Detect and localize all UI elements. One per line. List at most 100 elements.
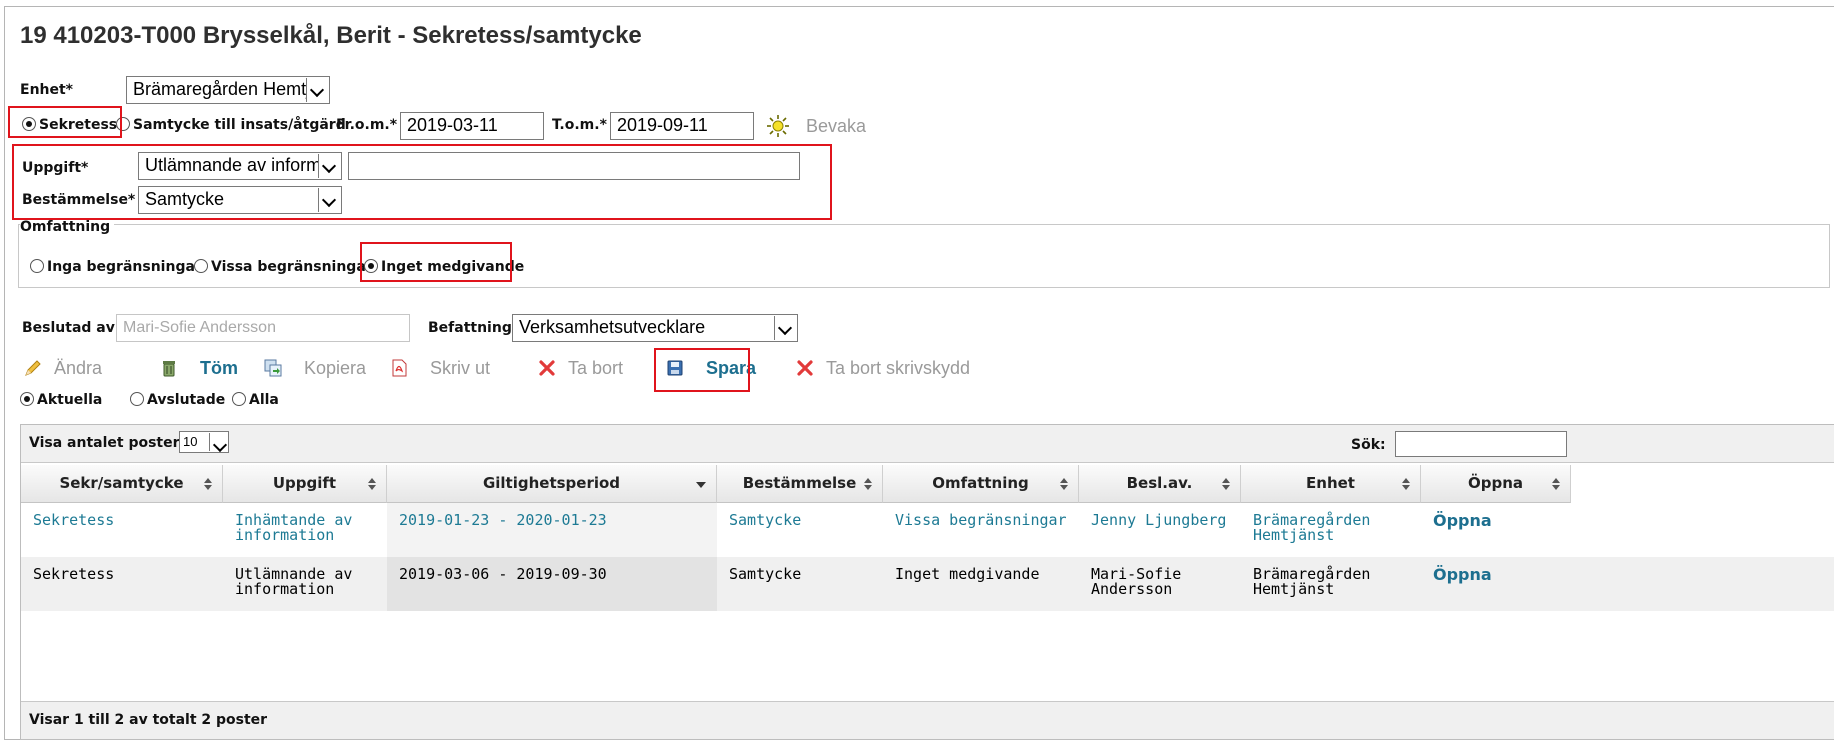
table-toolbar: Visa antalet poster 10 Sök: — [21, 425, 1834, 463]
radio-vissa-label: Vissa begränsningar — [211, 259, 373, 275]
cell-oppna[interactable]: Öppna — [1421, 503, 1571, 557]
radio-avslutade[interactable]: Avslutade — [130, 392, 225, 408]
radio-inga-begransningar[interactable]: Inga begränsningar — [30, 259, 202, 275]
pdf-icon — [392, 359, 407, 377]
cell-omfattning[interactable]: Vissa begränsningar — [883, 503, 1079, 557]
radio-samtycke-label: Samtycke till insats/åtgärd — [133, 117, 346, 133]
ta-bort-label: Ta bort — [568, 358, 624, 378]
copy-icon — [264, 359, 282, 377]
andra-button[interactable]: Ändra — [24, 358, 102, 379]
cell-typ: Sekretess — [33, 565, 115, 583]
col-header-omfattning[interactable]: Omfattning — [883, 465, 1079, 503]
cell-oppna[interactable]: Öppna — [1421, 557, 1571, 611]
col-header-beslav[interactable]: Besl.av. — [1079, 465, 1241, 503]
radio-vissa-begransningar[interactable]: Vissa begränsningar — [194, 259, 373, 275]
cell-period[interactable]: 2019-01-23 - 2020-01-23 — [387, 503, 717, 557]
highlight-sekretess — [8, 106, 122, 138]
omfattning-fieldset — [18, 224, 1830, 288]
tom-label: Töm — [200, 358, 238, 378]
kopiera-label: Kopiera — [304, 358, 367, 378]
oppna-link[interactable]: Öppna — [1433, 565, 1492, 584]
table-row[interactable]: Sekretess Inhämtande av information 2019-… — [21, 503, 1834, 557]
radio-inga-circle — [30, 259, 44, 273]
bevaka-sun-icon[interactable] — [766, 114, 790, 138]
ta-bort-skrivskydd-label: Ta bort skrivskydd — [826, 358, 971, 378]
col-header-oppna[interactable]: Öppna — [1421, 465, 1571, 503]
search-input[interactable] — [1395, 431, 1567, 457]
cell-uppgift[interactable]: Inhämtande av information — [223, 503, 387, 557]
ta-bort-skrivskydd-button[interactable]: Ta bort skrivskydd — [796, 358, 970, 379]
tom-label: T.o.m.* — [552, 117, 607, 133]
cell-uppgift: Utlämnande av information — [235, 565, 353, 598]
pagination-info: Visar 1 till 2 av totalt 2 poster — [29, 712, 268, 728]
page-size-select[interactable]: 10 — [179, 431, 229, 453]
befattning-select[interactable]: Verksamhetsutvecklare — [512, 314, 798, 342]
radio-aktuella-circle — [20, 392, 34, 406]
cell-omfattning: Inget medgivande — [895, 565, 1040, 583]
radio-avslutade-circle — [130, 392, 144, 406]
skriv-ut-button[interactable]: Skriv ut — [390, 358, 490, 379]
enhet-label: Enhet* — [20, 82, 74, 98]
pencil-icon — [25, 360, 41, 376]
cell-beslav: Mari-Sofie Andersson — [1091, 565, 1182, 598]
befattning-label: Befattning — [428, 320, 512, 336]
cell-beslav[interactable]: Jenny Ljungberg — [1079, 503, 1241, 557]
kopiera-button[interactable]: Kopiera — [264, 358, 366, 379]
oppna-link[interactable]: Öppna — [1433, 511, 1492, 530]
col-header-sekr[interactable]: Sekr/samtycke — [21, 465, 223, 503]
chevron-down-icon — [774, 316, 796, 340]
skriv-ut-label: Skriv ut — [430, 358, 491, 378]
radio-vissa-circle — [194, 259, 208, 273]
sort-icon — [368, 478, 376, 490]
radio-alla-circle — [232, 392, 246, 406]
sort-icon — [204, 478, 212, 490]
sort-icon — [1402, 478, 1410, 490]
chevron-down-icon — [209, 433, 227, 451]
search-label: Sök: — [1351, 437, 1386, 453]
ta-bort-button[interactable]: Ta bort — [538, 358, 623, 379]
radio-aktuella[interactable]: Aktuella — [20, 392, 102, 408]
page-title: 19 410203-T000 Brysselkål, Berit - Sekre… — [20, 22, 642, 49]
radio-aktuella-label: Aktuella — [37, 392, 103, 408]
sort-icon — [864, 478, 872, 490]
col-header-enhet[interactable]: Enhet — [1241, 465, 1421, 503]
sort-icon — [1060, 478, 1068, 490]
delete-x-icon — [797, 360, 813, 376]
highlight-spara — [654, 348, 750, 392]
cell-bestammelse[interactable]: Samtycke — [717, 503, 883, 557]
delete-x-icon — [539, 360, 555, 376]
sort-desc-icon — [696, 482, 706, 488]
trash-icon — [163, 361, 175, 377]
table-row[interactable]: Sekretess Utlämnande av information 2019-… — [21, 557, 1834, 611]
enhet-select[interactable]: Brämaregården Hemtjär — [126, 76, 330, 104]
chevron-down-icon — [306, 78, 328, 102]
tom-button[interactable]: Töm — [160, 358, 238, 379]
col-header-giltighetsperiod[interactable]: Giltighetsperiod — [387, 465, 717, 503]
from-date-input[interactable]: 2019-03-11 — [400, 112, 544, 140]
befattning-select-value: Verksamhetsutvecklare — [519, 317, 706, 337]
cell-period: 2019-03-06 - 2019-09-30 — [387, 557, 717, 611]
from-label: Fr.o.m.* — [336, 117, 398, 133]
col-header-uppgift[interactable]: Uppgift — [223, 465, 387, 503]
tom-date-input[interactable]: 2019-09-11 — [610, 112, 754, 140]
cell-typ[interactable]: Sekretess — [21, 503, 223, 557]
beslutad-label: Beslutad av — [22, 320, 115, 336]
sort-icon — [1552, 478, 1560, 490]
table-footer: Visar 1 till 2 av totalt 2 poster — [21, 701, 1834, 739]
col-header-bestammelse[interactable]: Bestämmelse — [717, 465, 883, 503]
records-table: Visa antalet poster 10 Sök: Sekr/samtyck… — [20, 424, 1834, 740]
beslutad-input[interactable]: Mari-Sofie Andersson — [116, 314, 410, 342]
cell-bestammelse: Samtycke — [729, 565, 802, 583]
radio-alla[interactable]: Alla — [232, 392, 279, 408]
radio-avslutade-label: Avslutade — [147, 392, 226, 408]
andra-label: Ändra — [54, 358, 103, 378]
sort-icon — [1222, 478, 1230, 490]
radio-samtycke[interactable]: Samtycke till insats/åtgärd — [116, 117, 346, 133]
radio-alla-label: Alla — [249, 392, 279, 408]
cell-enhet: Brämaregården Hemtjänst — [1253, 565, 1371, 598]
cell-enhet[interactable]: Brämaregården Hemtjänst — [1241, 503, 1421, 557]
bevaka-link[interactable]: Bevaka — [806, 116, 866, 137]
page-size-label: Visa antalet poster — [29, 435, 180, 451]
omfattning-legend: Omfattning — [20, 219, 115, 235]
highlight-uppgift-bestammelse — [12, 144, 832, 220]
